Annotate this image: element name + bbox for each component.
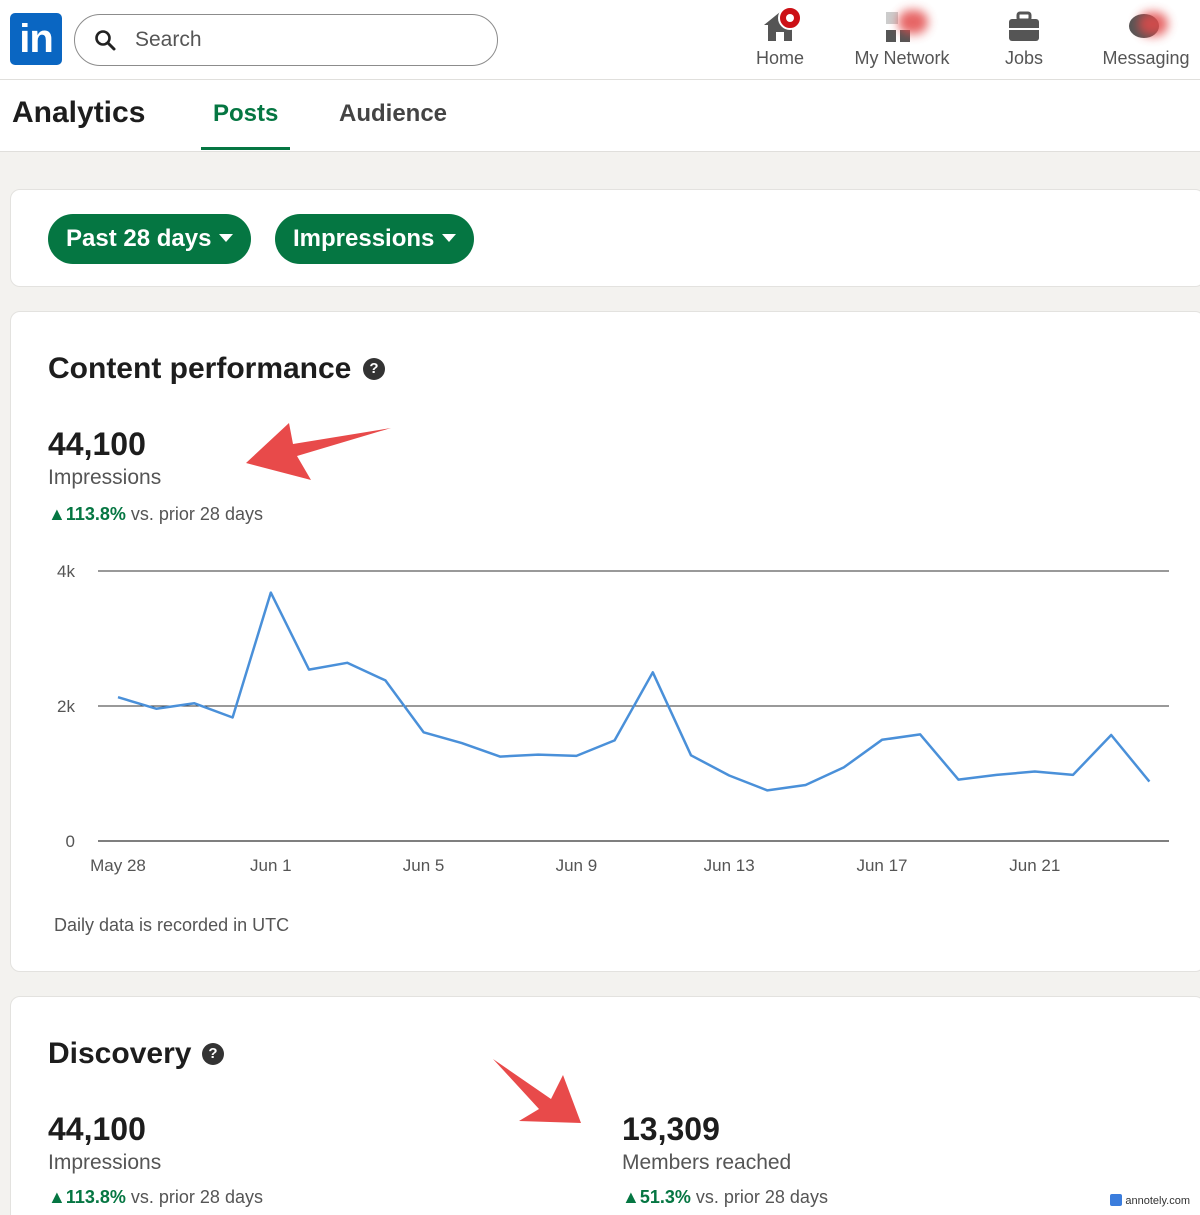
members-reached-delta: ▲51.3% vs. prior 28 days — [622, 1187, 828, 1208]
x-tick-label: Jun 1 — [250, 856, 292, 875]
watermark-text: annotely.com — [1125, 1195, 1190, 1207]
caret-down-icon — [219, 233, 234, 242]
active-tab-indicator — [201, 147, 290, 150]
linkedin-logo[interactable]: in — [10, 13, 62, 65]
impressions-series-line — [117, 591, 1151, 792]
y-tick-label: 4k — [57, 562, 75, 581]
chart-footnote: Daily data is recorded in UTC — [54, 915, 290, 935]
search-bar[interactable] — [74, 14, 498, 66]
impressions-label: Impressions — [48, 1151, 162, 1174]
y-tick-label: 0 — [66, 832, 75, 851]
help-icon[interactable]: ? — [202, 1043, 224, 1065]
nav-item-jobs[interactable]: Jobs — [984, 8, 1064, 74]
analytics-header: Analytics Posts Audience — [0, 80, 1200, 152]
members-reached-label: Members reached — [622, 1151, 792, 1174]
nav-item-my-network[interactable]: My Network — [846, 8, 958, 74]
tab-audience[interactable]: Audience — [339, 100, 447, 128]
briefcase-icon — [1004, 8, 1044, 44]
trend-up-icon: ▲ — [622, 1187, 640, 1207]
blur-mark — [898, 10, 928, 34]
y-tick-label: 2k — [57, 697, 75, 716]
page-title: Analytics — [12, 96, 146, 129]
home-icon — [760, 6, 802, 44]
x-tick-label: Jun 5 — [403, 856, 445, 875]
metric-label: Impressions — [293, 225, 435, 252]
trend-up-icon: ▲ — [48, 1187, 66, 1207]
metric-dropdown[interactable]: Impressions — [275, 214, 475, 264]
messaging-icon — [1126, 8, 1168, 44]
tab-posts[interactable]: Posts — [213, 100, 278, 128]
impressions-delta: ▲113.8% vs. prior 28 days — [48, 1187, 263, 1208]
nav-label: My Network — [854, 48, 950, 68]
x-tick-label: Jun 9 — [556, 856, 598, 875]
search-icon — [95, 30, 116, 51]
content-performance-card: Content performance ? 44,100 Impressions… — [10, 311, 1200, 972]
nav-item-home[interactable]: Home — [740, 6, 820, 74]
annotely-logo-icon — [1110, 1194, 1123, 1206]
x-tick-label: Jun 13 — [704, 856, 755, 875]
caret-down-icon — [442, 233, 457, 242]
network-icon — [882, 8, 928, 44]
top-nav: in Home My Network — [0, 0, 1200, 80]
x-tick-label: Jun 21 — [1009, 856, 1060, 875]
delta-value: 113.8% — [65, 1187, 126, 1207]
search-input[interactable] — [135, 25, 475, 55]
nav-item-messaging[interactable]: Messaging — [1096, 8, 1196, 74]
nav-label: Messaging — [1102, 48, 1190, 68]
x-tick-label: Jun 17 — [856, 856, 907, 875]
nav-label: Home — [755, 48, 804, 68]
delta-text: vs. prior 28 days — [130, 1187, 263, 1207]
section-title: Discovery — [48, 1037, 192, 1070]
x-tick-label: May 28 — [90, 856, 146, 875]
discovery-card: Discovery ? 44,100 Impressions ▲113.8% v… — [10, 996, 1200, 1215]
impressions-line-chart: 0 2k 4k May 28 Jun 1 Jun 5 Jun 9 Jun 13 Jun 17 Ju… — [57, 562, 1169, 875]
impressions-value: 44,100 — [48, 1111, 146, 1147]
date-range-dropdown[interactable]: Past 28 days — [48, 214, 252, 264]
date-range-label: Past 28 days — [66, 225, 212, 252]
members-reached-value: 13,309 — [622, 1111, 720, 1147]
nav-label: Jobs — [1004, 48, 1044, 68]
delta-text: vs. prior 28 days — [695, 1187, 828, 1207]
delta-value: 51.3% — [639, 1187, 691, 1207]
watermark: annotely.com — [1110, 1194, 1190, 1207]
notification-badge — [778, 6, 802, 30]
annotation-arrow — [493, 1059, 581, 1123]
blur-mark — [1138, 12, 1168, 36]
filter-card: Past 28 days Impressions — [10, 189, 1200, 287]
